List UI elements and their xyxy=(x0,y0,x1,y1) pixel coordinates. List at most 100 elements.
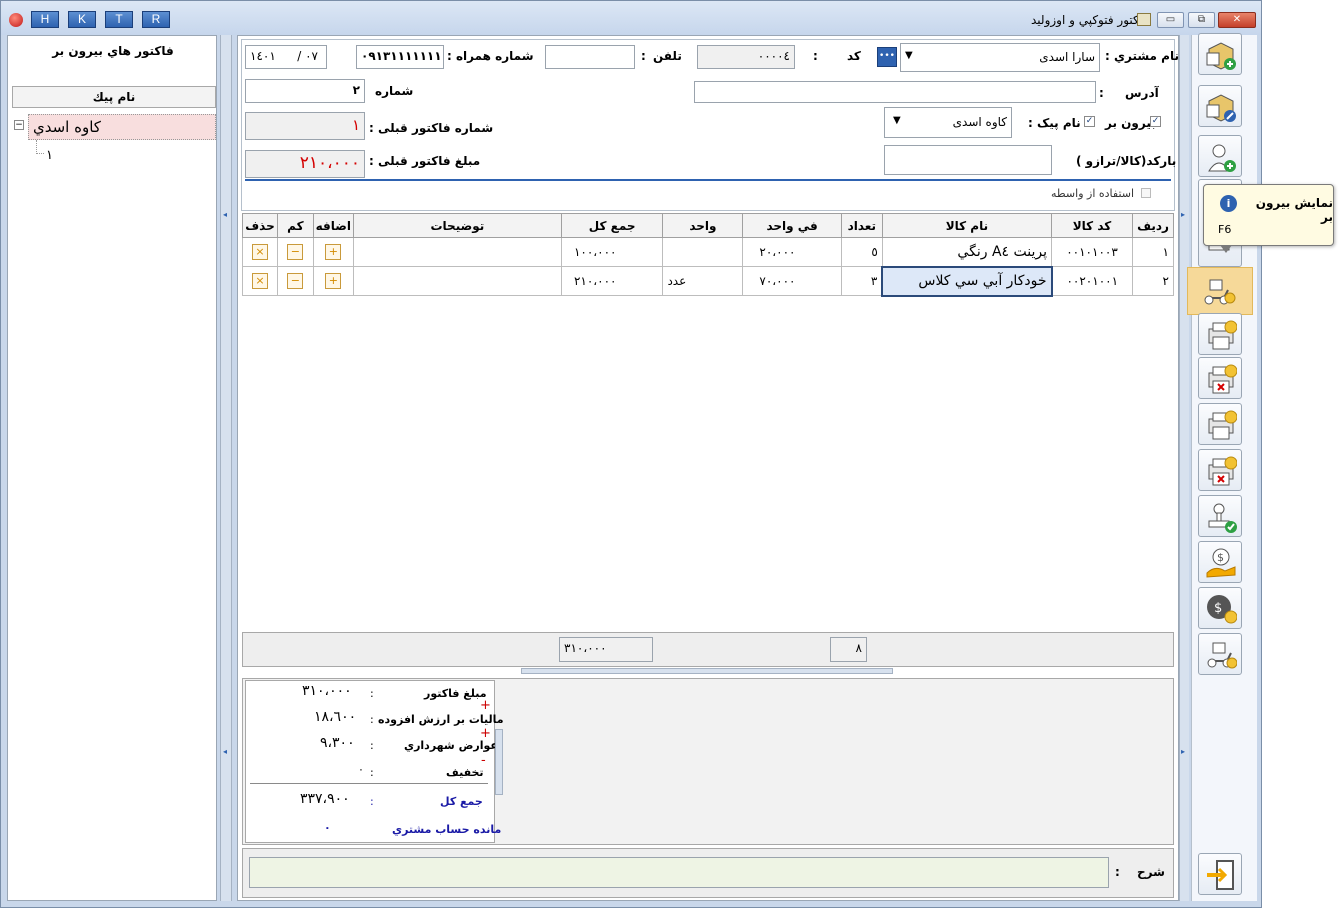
grand-total-label: جمع كل xyxy=(440,795,483,808)
table-row[interactable]: ١ ٠٠١٠١٠٠٣ پرينت A٤ رنگي ٥ ٢٠،٠٠٠ ١٠٠،٠٠… xyxy=(242,237,1174,267)
summary-divider xyxy=(250,783,488,784)
phone-colon: : xyxy=(641,49,646,63)
bottom-splitter[interactable] xyxy=(521,668,893,674)
tree-expander[interactable]: − xyxy=(14,120,24,130)
tree-child-invoice[interactable]: ١ xyxy=(46,148,53,163)
print-receipt-button[interactable] xyxy=(1198,403,1242,445)
edit-invoice-button[interactable] xyxy=(1198,85,1242,127)
cell-name-selected[interactable]: خودكار آبي سي كلاس xyxy=(881,265,1053,297)
code-input: ٠٠٠٠٤ xyxy=(697,45,795,69)
col-header-unit-price: في واحد xyxy=(742,213,842,238)
courier-select-value: كاوه اسدی xyxy=(952,115,1007,129)
settle-button[interactable]: $ xyxy=(1198,587,1242,629)
window-title: فاكتور فتوكپي و اوزوليد xyxy=(1031,13,1149,27)
cell-code[interactable]: ٠٠٢٠١٠٠١ xyxy=(1051,266,1133,296)
col-header-minus: كم xyxy=(276,213,314,238)
invoice-window: H K T R فاكتور فتوكپي و اوزوليد ▭ ⧉ ✕ فا… xyxy=(0,0,1334,908)
invoice-number-input[interactable]: ٢ xyxy=(245,79,365,103)
cell-unit-price[interactable]: ٧٠،٠٠٠ xyxy=(742,266,842,296)
outbound-label: بيرون بر xyxy=(1105,116,1156,130)
summary-splitter[interactable] xyxy=(495,729,503,795)
new-invoice-button[interactable] xyxy=(1198,33,1242,75)
printer-receipt-cancel-icon xyxy=(1208,456,1237,486)
cell-description[interactable] xyxy=(352,237,562,267)
cell-description[interactable] xyxy=(352,266,562,296)
courier-column-header: نام پيك xyxy=(12,86,216,108)
quick-button-k[interactable]: K xyxy=(68,11,96,28)
summary-box: مبلغ فاكتور : ٣١٠،٠٠٠ + ماليات بر ارزش ا… xyxy=(245,680,504,843)
restore-button[interactable]: ⧉ xyxy=(1188,12,1215,28)
row-minus-button[interactable]: − xyxy=(287,244,304,260)
customer-select[interactable]: سارا اسدی ▼ xyxy=(900,43,1100,72)
show-outbound-button[interactable] xyxy=(1187,267,1253,315)
date-year: ١٤٠١ xyxy=(250,49,276,63)
code-colon: : xyxy=(813,49,818,63)
mobile-label: شماره همراه : xyxy=(447,49,534,63)
cell-unit-price[interactable]: ٢٠،٠٠٠ xyxy=(742,237,842,267)
title-doc-icon xyxy=(1137,13,1151,26)
footer-total: ٣١٠،٠٠٠ xyxy=(559,637,653,662)
info-icon: i xyxy=(1220,195,1237,212)
cell-unit[interactable]: عدد xyxy=(662,266,744,296)
quick-button-r[interactable]: R xyxy=(142,11,170,28)
row-delete-button[interactable]: × xyxy=(251,244,268,260)
phone-input[interactable] xyxy=(545,45,635,69)
svg-text:$: $ xyxy=(1214,601,1222,616)
notes-input[interactable] xyxy=(249,857,1109,888)
minimize-button[interactable]: ▭ xyxy=(1157,12,1184,28)
cell-total: ١٠٠،٠٠٠ xyxy=(560,237,664,267)
approve-stamp-button[interactable] xyxy=(1198,495,1242,537)
prev-invoice-amount-label: مبلغ فاكتور قبلی : xyxy=(369,154,481,168)
add-customer-button[interactable] xyxy=(1198,135,1242,177)
cell-qty[interactable]: ٥ xyxy=(840,237,883,267)
date-field[interactable]: ١٤٠١ / ٠٧ xyxy=(245,45,327,69)
cancel-receipt-button[interactable] xyxy=(1198,449,1242,491)
summary-colon: : xyxy=(370,795,374,808)
row-add-button[interactable]: + xyxy=(325,273,342,289)
table-row[interactable]: ٢ ٠٠٢٠١٠٠١ خودكار آبي سي كلاس ٣ ٧٠،٠٠٠ ع… xyxy=(242,265,1174,297)
cell-code[interactable]: ٠٠١٠١٠٠٣ xyxy=(1051,237,1133,267)
tree-connector xyxy=(36,140,44,154)
box-add-icon xyxy=(1206,42,1236,70)
prev-invoice-amount-input: ٢١٠،٠٠٠ xyxy=(245,150,365,178)
close-button[interactable]: ✕ xyxy=(1218,12,1256,28)
exit-button[interactable] xyxy=(1198,853,1242,895)
right-splitter[interactable]: ▸ ▸ xyxy=(1179,35,1189,901)
summary-colon: : xyxy=(370,739,374,752)
notes-label: شرح xyxy=(1137,865,1165,879)
courier-checkbox[interactable]: ✓ xyxy=(1084,116,1095,127)
cell-name[interactable]: پرينت A٤ رنگي xyxy=(881,237,1053,267)
row-minus-button[interactable]: − xyxy=(287,273,304,289)
col-header-description: توضيحات xyxy=(352,213,562,238)
print-invoice-button[interactable] xyxy=(1198,313,1242,355)
courier-select[interactable]: كاوه اسدی ▼ xyxy=(884,107,1012,138)
cell-unit[interactable] xyxy=(662,237,744,267)
code-label: كد xyxy=(847,49,861,63)
outbound-list-button[interactable] xyxy=(1198,633,1242,675)
address-colon: : xyxy=(1099,86,1104,100)
row-delete-button[interactable]: × xyxy=(251,273,268,289)
vat-label: ماليات بر ارزش افزوده xyxy=(378,713,504,726)
quick-button-t[interactable]: T xyxy=(105,11,133,28)
address-input[interactable] xyxy=(694,81,1096,103)
barcode-input[interactable] xyxy=(884,145,1052,175)
printer-cancel-icon xyxy=(1208,364,1237,394)
dropdown-arrow-icon: ▼ xyxy=(905,50,913,61)
outbound-checkbox[interactable]: ✓ xyxy=(1150,116,1161,127)
cancel-print-button[interactable] xyxy=(1198,357,1242,399)
customer-select-value: سارا اسدی xyxy=(1039,50,1095,64)
row-add-button[interactable]: + xyxy=(325,244,342,260)
intermediary-checkbox[interactable] xyxy=(1141,188,1151,198)
tree-root-courier[interactable]: كاوه اسدي xyxy=(28,114,216,140)
left-splitter[interactable]: ◂ ◂ xyxy=(220,35,232,901)
summary-colon: : xyxy=(370,766,374,779)
mobile-input[interactable]: ٠٩١٣١١١١١١١ xyxy=(356,45,444,69)
title-bar: H K T R فاكتور فتوكپي و اوزوليد ▭ ⧉ ✕ xyxy=(1,1,1261,35)
quick-button-h[interactable]: H xyxy=(31,11,59,28)
municipal-value: ٩،٣٠٠ xyxy=(320,735,355,751)
payment-button[interactable]: $ xyxy=(1198,541,1242,583)
customer-lookup-button[interactable]: ••• xyxy=(877,47,897,67)
cell-qty[interactable]: ٣ xyxy=(840,266,883,296)
customer-label: نام مشتري : xyxy=(1105,49,1179,63)
invoice-number-label: شماره xyxy=(375,84,414,98)
